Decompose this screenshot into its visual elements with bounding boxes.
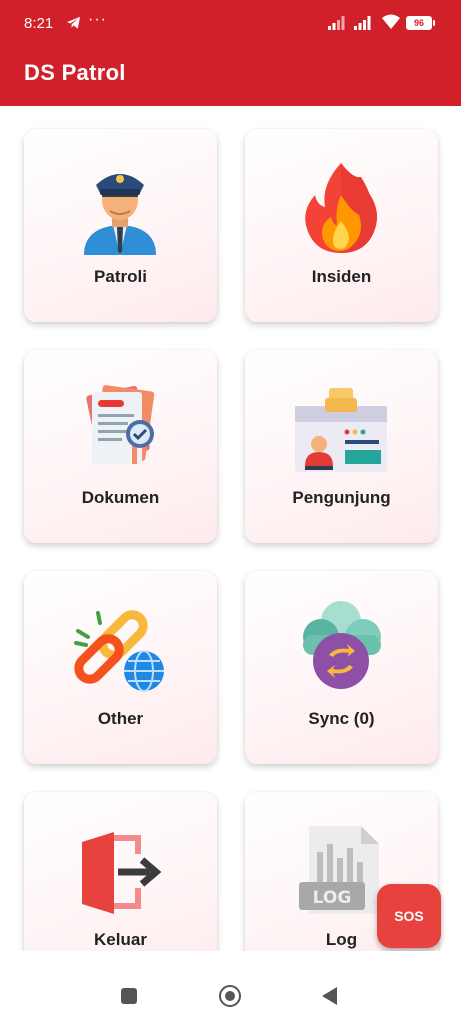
menu-grid: Patroli Insiden Dokumen Pengunjung Other…	[0, 106, 461, 951]
log-file-icon: LOG	[299, 826, 379, 914]
recents-icon[interactable]	[121, 988, 137, 1004]
page-title: DS Patrol	[24, 60, 126, 85]
menu-card-label: Sync (0)	[308, 709, 375, 728]
menu-card-sync[interactable]: Sync (0)	[245, 571, 438, 764]
menu-card-dokumen[interactable]: Dokumen	[24, 350, 217, 543]
more-notifications-icon: ···	[88, 11, 107, 28]
menu-card-other[interactable]: Other	[24, 571, 217, 764]
app-bar: 8:21 ··· 96 DS Patrol	[0, 0, 461, 106]
svg-text:LOG: LOG	[313, 888, 352, 908]
sos-button[interactable]: SOS	[377, 884, 441, 948]
back-icon[interactable]	[322, 987, 337, 1005]
battery-icon: 96	[406, 16, 435, 30]
menu-card-label: Other	[97, 709, 144, 728]
wifi-icon	[382, 14, 400, 29]
menu-card-label: Dokumen	[81, 488, 160, 507]
menu-card-label: Keluar	[94, 930, 147, 949]
menu-card-label: Insiden	[311, 267, 372, 286]
fire-icon	[305, 163, 377, 253]
signal-icon	[328, 16, 345, 30]
document-icon	[86, 385, 155, 464]
police-officer-icon	[84, 174, 156, 255]
system-navigation-bar	[0, 951, 461, 1024]
menu-card-patroli[interactable]: Patroli	[24, 129, 217, 322]
menu-card-label: Patroli	[94, 267, 147, 286]
visitor-id-card-icon	[295, 388, 387, 472]
menu-card-pengunjung[interactable]: Pengunjung	[245, 350, 438, 543]
status-bar: 8:21 ··· 96	[0, 0, 461, 46]
telegram-icon	[66, 16, 81, 29]
menu-card-insiden[interactable]: Insiden	[245, 129, 438, 322]
home-icon[interactable]	[219, 985, 241, 1007]
cloud-sync-icon	[303, 601, 381, 689]
menu-card-keluar[interactable]: Keluar	[24, 792, 217, 951]
link-globe-icon	[74, 610, 164, 692]
status-time: 8:21	[24, 15, 54, 32]
menu-card-label: Pengunjung	[292, 488, 391, 507]
exit-door-icon	[82, 832, 162, 914]
signal-icon-2	[354, 16, 371, 30]
